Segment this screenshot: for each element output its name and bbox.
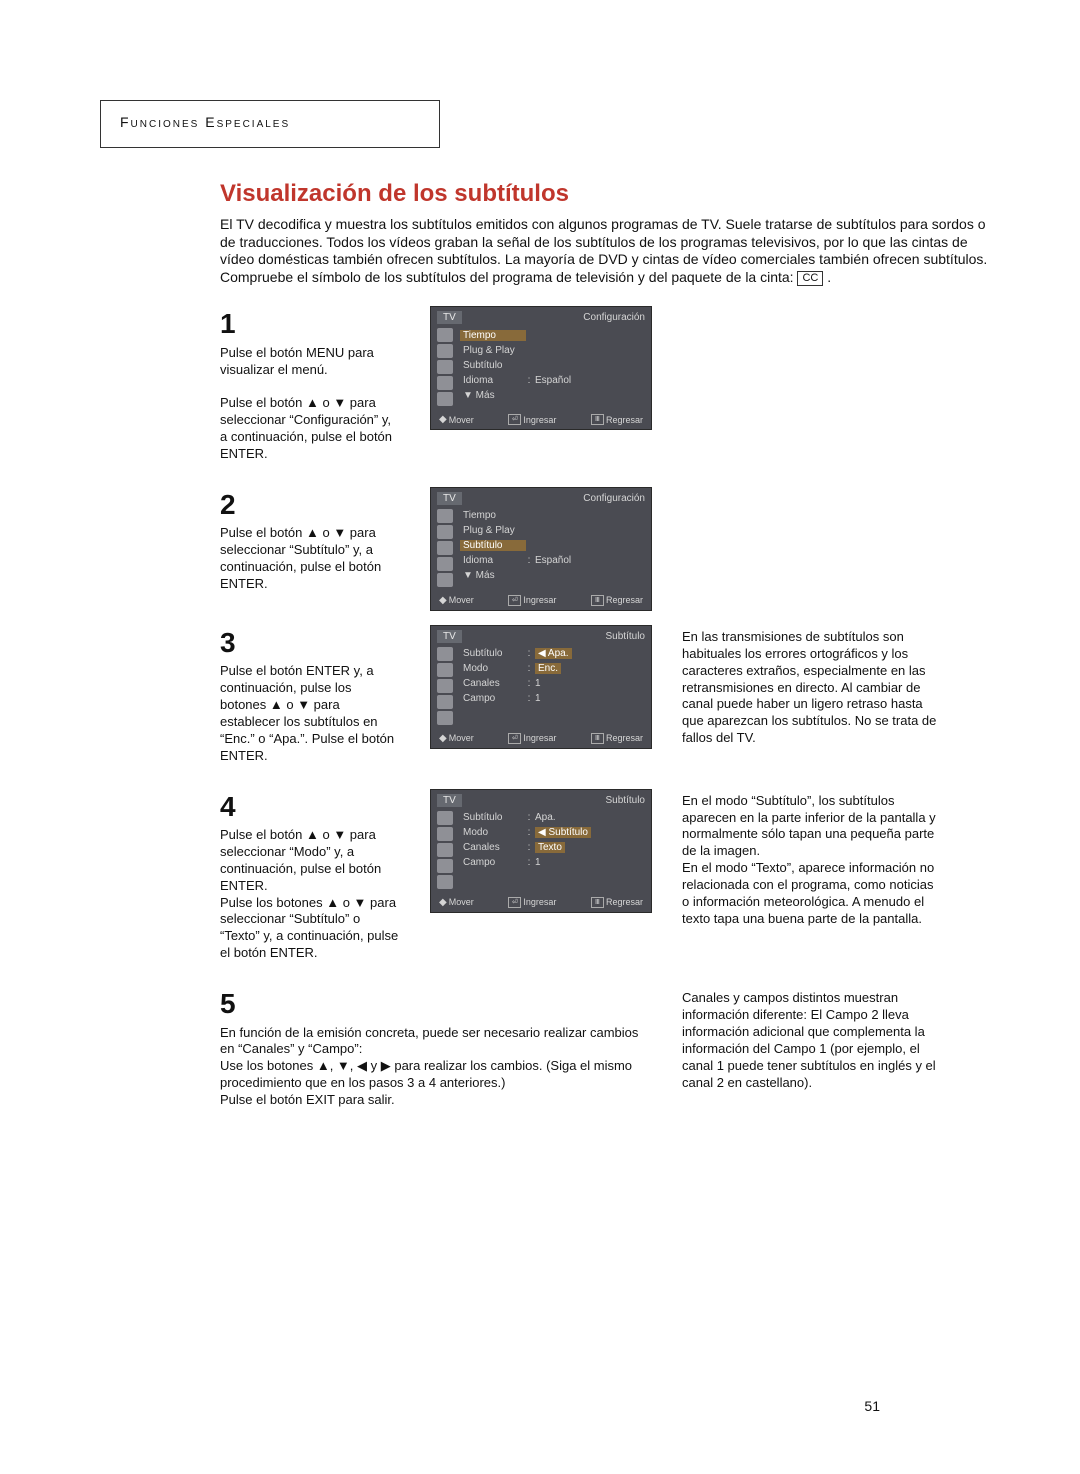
step-3-text: Pulse el botón ENTER y, a continuación, … bbox=[220, 663, 400, 764]
osd1-foot-mover: Mover bbox=[449, 415, 474, 425]
osd3-sub-val-apa: ◀ Apa. bbox=[535, 648, 572, 659]
page-title: Visualización de los subtítulos bbox=[220, 180, 1000, 208]
osd4-sidebar-icons bbox=[437, 811, 459, 891]
osd4-foot-ingresar: Ingresar bbox=[523, 897, 556, 907]
osd2-item-subtitulo: Subtítulo bbox=[460, 540, 526, 551]
step-5-row: 5 En función de la emisión concreta, pue… bbox=[220, 986, 1000, 1133]
osd3-campo-val: 1 bbox=[535, 693, 541, 704]
enter-icon: ⏎ bbox=[508, 414, 521, 425]
updown-icon: ◆ bbox=[439, 414, 447, 425]
step-1-row: 1 Pulse el botón MENU para visualizar el… bbox=[220, 306, 1000, 487]
osd2-item-mas: ▼ Más bbox=[463, 570, 543, 581]
osd3-item-canales: Canales bbox=[463, 678, 523, 689]
step-4-number: 4 bbox=[220, 789, 400, 825]
osd2-title: Configuración bbox=[583, 493, 645, 504]
osd1-item-plugplay: Plug & Play bbox=[463, 345, 523, 356]
osd4-item-campo: Campo bbox=[463, 857, 523, 868]
header-text: Funciones Especiales bbox=[120, 114, 290, 130]
osd4-foot-mover: Mover bbox=[449, 897, 474, 907]
osd2-foot-mover: Mover bbox=[449, 595, 474, 605]
osd-1: TV Configuración Tiempo Plug & Play Subt… bbox=[430, 306, 652, 430]
osd1-title: Configuración bbox=[583, 312, 645, 323]
step-3-number: 3 bbox=[220, 625, 400, 661]
osd3-canales-val: 1 bbox=[535, 678, 541, 689]
step-1-text: Pulse el botón MENU para visualizar el m… bbox=[220, 345, 400, 463]
osd2-footer: ◆Mover ⏎Ingresar ⅢRegresar bbox=[437, 595, 645, 608]
step-4-row: 4 Pulse el botón ▲ o ▼ para seleccionar … bbox=[220, 789, 1000, 987]
intro-paragraph: El TV decodifica y muestra los subtítulo… bbox=[220, 216, 1000, 286]
osd4-campo-val: 1 bbox=[535, 857, 541, 868]
osd2-item-plugplay: Plug & Play bbox=[463, 525, 523, 536]
note-2: En el modo “Subtítulo”, los subtítulos a… bbox=[682, 793, 942, 928]
osd1-item-idioma: Idioma bbox=[463, 375, 523, 386]
osd1-sidebar-icons bbox=[437, 328, 459, 408]
osd3-footer: ◆Mover ⏎Ingresar ⅢRegresar bbox=[437, 733, 645, 746]
osd-3: TV Subtítulo Subtítulo:◀ Apa. Modo:Enc. … bbox=[430, 625, 652, 749]
step-4-text: Pulse el botón ▲ o ▼ para seleccionar “M… bbox=[220, 827, 400, 962]
osd4-footer: ◆Mover ⏎Ingresar ⅢRegresar bbox=[437, 897, 645, 910]
page-number: 51 bbox=[864, 1398, 880, 1414]
note-1: En las transmisiones de subtítulos son h… bbox=[682, 629, 942, 747]
osd1-item-mas: ▼ Más bbox=[463, 390, 543, 401]
osd1-item-subtitulo: Subtítulo bbox=[463, 360, 523, 371]
osd4-sub-val: Apa. bbox=[535, 812, 556, 823]
osd3-sidebar-icons bbox=[437, 647, 459, 727]
osd3-title: Subtítulo bbox=[606, 631, 645, 642]
osd2-foot-regresar: Regresar bbox=[606, 595, 643, 605]
osd1-foot-regresar: Regresar bbox=[606, 415, 643, 425]
osd2-tv-label: TV bbox=[437, 492, 462, 505]
osd4-foot-regresar: Regresar bbox=[606, 897, 643, 907]
page: Funciones Especiales Visualización de lo… bbox=[0, 0, 1080, 1474]
osd3-sub-val-enc: Enc. bbox=[535, 663, 561, 674]
osd2-idioma-val: Español bbox=[535, 555, 571, 566]
step-2-text: Pulse el botón ▲ o ▼ para seleccionar “S… bbox=[220, 525, 400, 593]
intro-text: El TV decodifica y muestra los subtítulo… bbox=[220, 216, 987, 285]
osd4-item-subtitulo: Subtítulo bbox=[463, 812, 523, 823]
osd3-foot-mover: Mover bbox=[449, 733, 474, 743]
osd3-item-modo: Modo bbox=[463, 663, 523, 674]
osd1-foot-ingresar: Ingresar bbox=[523, 415, 556, 425]
osd3-foot-ingresar: Ingresar bbox=[523, 733, 556, 743]
step-5-text: En función de la emisión concreta, puede… bbox=[220, 1025, 652, 1109]
step-5-number: 5 bbox=[220, 986, 652, 1022]
osd4-tv-label: TV bbox=[437, 794, 462, 807]
osd3-item-subtitulo: Subtítulo bbox=[463, 648, 523, 659]
osd4-item-canales: Canales bbox=[463, 842, 523, 853]
osd1-item-tiempo: Tiempo bbox=[460, 330, 526, 341]
step-2-number: 2 bbox=[220, 487, 400, 523]
osd-2: TV Configuración Tiempo Plug & Play Subt… bbox=[430, 487, 652, 611]
osd3-foot-regresar: Regresar bbox=[606, 733, 643, 743]
osd3-item-campo: Campo bbox=[463, 693, 523, 704]
step-1-number: 1 bbox=[220, 306, 400, 342]
osd1-footer: ◆Mover ⏎Ingresar ⅢRegresar bbox=[437, 414, 645, 427]
osd-4: TV Subtítulo Subtítulo:Apa. Modo:◀ Subtí… bbox=[430, 789, 652, 913]
osd1-tv-label: TV bbox=[437, 311, 462, 324]
osd2-item-tiempo: Tiempo bbox=[463, 510, 523, 521]
osd3-tv-label: TV bbox=[437, 630, 462, 643]
osd4-modo-val-top: ◀ Subtítulo bbox=[535, 827, 591, 838]
osd2-item-idioma: Idioma bbox=[463, 555, 523, 566]
osd4-item-modo: Modo bbox=[463, 827, 523, 838]
cc-symbol: CC bbox=[797, 271, 823, 287]
step-3-row: 3 Pulse el botón ENTER y, a continuación… bbox=[220, 625, 1000, 789]
osd4-modo-val-bot: Texto bbox=[535, 842, 565, 853]
step-2-row: 2 Pulse el botón ▲ o ▼ para seleccionar … bbox=[220, 487, 1000, 625]
osd2-foot-ingresar: Ingresar bbox=[523, 595, 556, 605]
osd4-title: Subtítulo bbox=[606, 795, 645, 806]
osd1-idioma-val: Español bbox=[535, 375, 571, 386]
return-icon: Ⅲ bbox=[591, 414, 604, 425]
note-3: Canales y campos distintos muestran info… bbox=[682, 990, 942, 1091]
osd2-sidebar-icons bbox=[437, 509, 459, 589]
